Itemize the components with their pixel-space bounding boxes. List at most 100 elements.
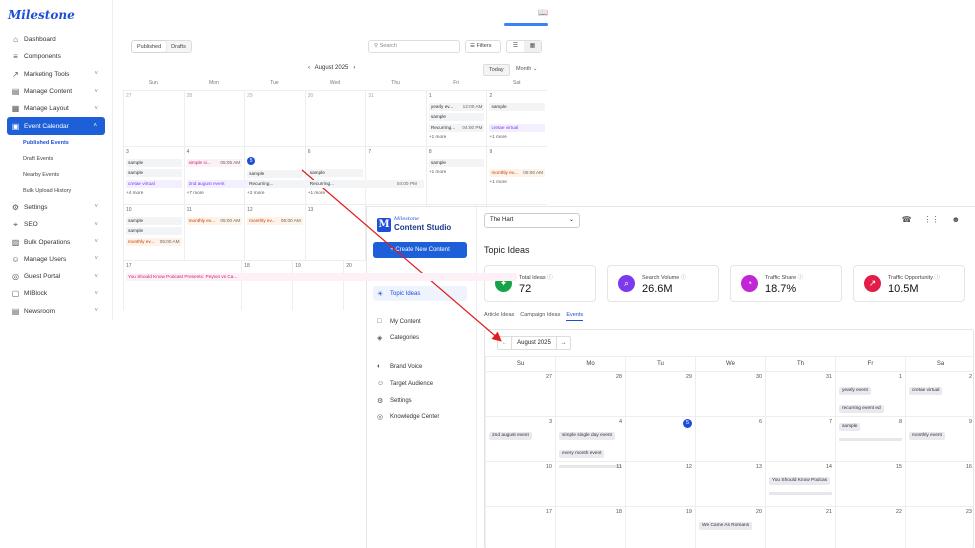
- calendar-day[interactable]: 15: [835, 462, 905, 506]
- event-item[interactable]: sample: [307, 169, 364, 177]
- info-icon[interactable]: ⓘ: [546, 275, 553, 281]
- more-events-link[interactable]: +7 more: [187, 190, 243, 195]
- event-chip[interactable]: yearly event: [839, 387, 871, 395]
- event-item[interactable]: yearly ev... 12:00 AM: [428, 102, 485, 111]
- search-input[interactable]: ⚲ Search: [368, 40, 460, 53]
- calendar-day[interactable]: 10: [485, 462, 555, 506]
- event-item[interactable]: monthly ev... 05:00 AM: [186, 216, 243, 225]
- tab-campaign-ideas[interactable]: Campaign Ideas: [520, 312, 560, 321]
- more-events-link[interactable]: +4 more: [126, 190, 182, 195]
- sidebar-item-marketing-tools[interactable]: ↗ Marketing Tools ˅: [0, 66, 113, 83]
- apps-grid-icon[interactable]: ⋮⋮: [924, 215, 940, 224]
- calendar-day[interactable]: 7: [765, 417, 835, 461]
- calendar-day[interactable]: 13: [695, 462, 765, 506]
- sidebar-item-dashboard[interactable]: ⌂ Dashboard: [0, 31, 113, 48]
- calendar-day[interactable]: 3 2nd august event: [485, 417, 555, 461]
- event-item[interactable]: simple si... 05:05 AM: [186, 158, 243, 167]
- event-chip[interactable]: simple single day event: [559, 432, 615, 440]
- subnav-published-events[interactable]: Published Events: [0, 135, 113, 151]
- event-item[interactable]: monthly ev... 05:00 AM: [126, 237, 182, 246]
- calendar-day[interactable]: 28: [183, 91, 245, 146]
- event-item[interactable]: Recurring... 04:00 PM: [428, 123, 485, 132]
- sidebar-item-newsroom[interactable]: ▤ Newsroom ˅: [0, 303, 113, 320]
- more-events-link[interactable]: +1 more: [489, 179, 545, 184]
- event-item[interactable]: monthly ev... 05:00 AM: [247, 216, 303, 225]
- sidebar-item-manage-layout[interactable]: ▦ Manage Layout ˅: [0, 100, 113, 117]
- book-icon[interactable]: 📖: [538, 8, 548, 17]
- calendar-day[interactable]: 31: [365, 91, 426, 146]
- more-events-link[interactable]: +1 more: [429, 134, 485, 139]
- create-new-content-button[interactable]: + Create New Content: [373, 242, 467, 258]
- calendar-day[interactable]: 27: [485, 372, 555, 416]
- info-icon[interactable]: ⓘ: [679, 275, 687, 281]
- event-item[interactable]: sample: [126, 169, 182, 177]
- info-icon[interactable]: ⓘ: [933, 275, 940, 281]
- calendar-day[interactable]: 31: [765, 372, 835, 416]
- calendar-day[interactable]: 14 You Should Know Podcas: [765, 462, 835, 506]
- calendar-day[interactable]: 6 sample Recurring... 04:00 PM +1 more: [304, 147, 419, 204]
- today-button[interactable]: Today: [483, 64, 510, 76]
- calendar-day[interactable]: 11 monthly ev... 05:00 AM: [183, 205, 245, 260]
- more-events-link[interactable]: +1 more: [429, 169, 485, 174]
- view-select[interactable]: Month ⌄: [516, 66, 537, 72]
- event-chip[interactable]: cretae virtual: [909, 387, 943, 395]
- sidebar-item-guest-portal[interactable]: ◎ Guest Portal ˅: [0, 268, 113, 285]
- calendar-day[interactable]: 18: [555, 507, 625, 548]
- prev-arrow-icon[interactable]: ←: [498, 337, 511, 349]
- event-chip[interactable]: 2nd august event: [489, 432, 532, 440]
- calendar-day[interactable]: 8: [835, 417, 905, 461]
- tab-published[interactable]: Published: [132, 41, 167, 52]
- cs-nav-target-audience[interactable]: ☺ Target Audience: [373, 376, 467, 391]
- event-item[interactable]: sample: [126, 216, 182, 225]
- event-chip[interactable]: We Came As Romans: [699, 522, 753, 530]
- calendar-day[interactable]: 2 sample cretae virtual +1 more: [486, 91, 547, 146]
- event-chip[interactable]: recurring event ed: [839, 405, 884, 413]
- calendar-day[interactable]: 22: [835, 507, 905, 548]
- calendar-day[interactable]: 17 You Should Know Podcast Presents: Peyt…: [123, 261, 517, 310]
- prev-month-icon[interactable]: ‹: [308, 65, 310, 71]
- event-item[interactable]: You Should Know Podcast Presents: Peyton…: [126, 272, 517, 281]
- more-events-link[interactable]: +1 more: [489, 134, 545, 139]
- next-arrow-icon[interactable]: →: [557, 337, 570, 349]
- calendar-day[interactable]: 20 We Came As Romans: [695, 507, 765, 548]
- calendar-day[interactable]: 9 monthly event: [905, 417, 973, 461]
- calendar-day[interactable]: 1 yearly event recurring event ed sample: [835, 372, 905, 441]
- list-view-icon[interactable]: ☰: [507, 41, 524, 52]
- calendar-day[interactable]: 18: [241, 261, 292, 310]
- sidebar-item-manage-content[interactable]: ▤ Manage Content ˅: [0, 83, 113, 100]
- next-month-icon[interactable]: ›: [353, 65, 355, 71]
- calendar-day[interactable]: 4 simple single day event every month even…: [555, 417, 625, 468]
- calendar-day[interactable]: 5sampleRecurring...04:00 PM+2 more: [244, 147, 359, 204]
- event-item[interactable]: sample: [126, 227, 182, 235]
- cs-nav-categories[interactable]: ◈ Categories: [373, 330, 467, 345]
- calendar-view-icon[interactable]: ▦: [524, 41, 541, 52]
- filters-button[interactable]: ☰ Filters: [465, 40, 501, 53]
- calendar-day[interactable]: 16: [905, 462, 973, 506]
- sidebar-item-event-calendar[interactable]: ▣ Event Calendar ˄: [7, 117, 105, 135]
- event-item[interactable]: sample: [489, 102, 546, 111]
- calendar-day[interactable]: 10 sample sample monthly ev... 05:00 AM: [123, 205, 184, 260]
- subnav-draft-events[interactable]: Draft Events: [0, 151, 113, 167]
- subnav-nearby-events[interactable]: Nearby Events: [0, 167, 113, 183]
- sidebar-item-seo[interactable]: ⌖ SEO ˅: [0, 216, 113, 233]
- sidebar-item-manage-users[interactable]: ☺ Manage Users ˅: [0, 251, 113, 268]
- cs-nav-knowledge-center[interactable]: ◎ Knowledge Center: [373, 409, 467, 424]
- event-item[interactable]: sample: [126, 158, 182, 167]
- more-events-link[interactable]: +1 more: [308, 190, 364, 195]
- site-select[interactable]: The Hart ⌄: [484, 213, 580, 228]
- event-item[interactable]: cretae virtual: [126, 179, 182, 188]
- calendar-day[interactable]: 11: [555, 462, 625, 506]
- calendar-day[interactable]: 19: [625, 507, 695, 548]
- event-chip[interactable]: You Should Know Podcas: [769, 477, 831, 485]
- calendar-day[interactable]: 3 sample sample cretae virtual +4 more: [123, 147, 184, 204]
- calendar-day[interactable]: 27: [123, 91, 184, 146]
- calendar-day[interactable]: 5: [625, 417, 695, 461]
- calendar-day[interactable]: 28: [555, 372, 625, 416]
- cs-nav-settings[interactable]: ⚙ Settings: [373, 393, 467, 408]
- tab-drafts[interactable]: Drafts: [166, 41, 191, 52]
- calendar-day[interactable]: 6: [695, 417, 765, 461]
- calendar-day[interactable]: 9 monthly ev... 05:06 AM +1 more: [486, 147, 547, 204]
- sidebar-item-bulk-operations[interactable]: ▨ Bulk Operations ˅: [0, 233, 113, 250]
- bell-icon[interactable]: ☎: [902, 215, 912, 224]
- subnav-bulk-upload-history[interactable]: Bulk Upload History: [0, 183, 113, 199]
